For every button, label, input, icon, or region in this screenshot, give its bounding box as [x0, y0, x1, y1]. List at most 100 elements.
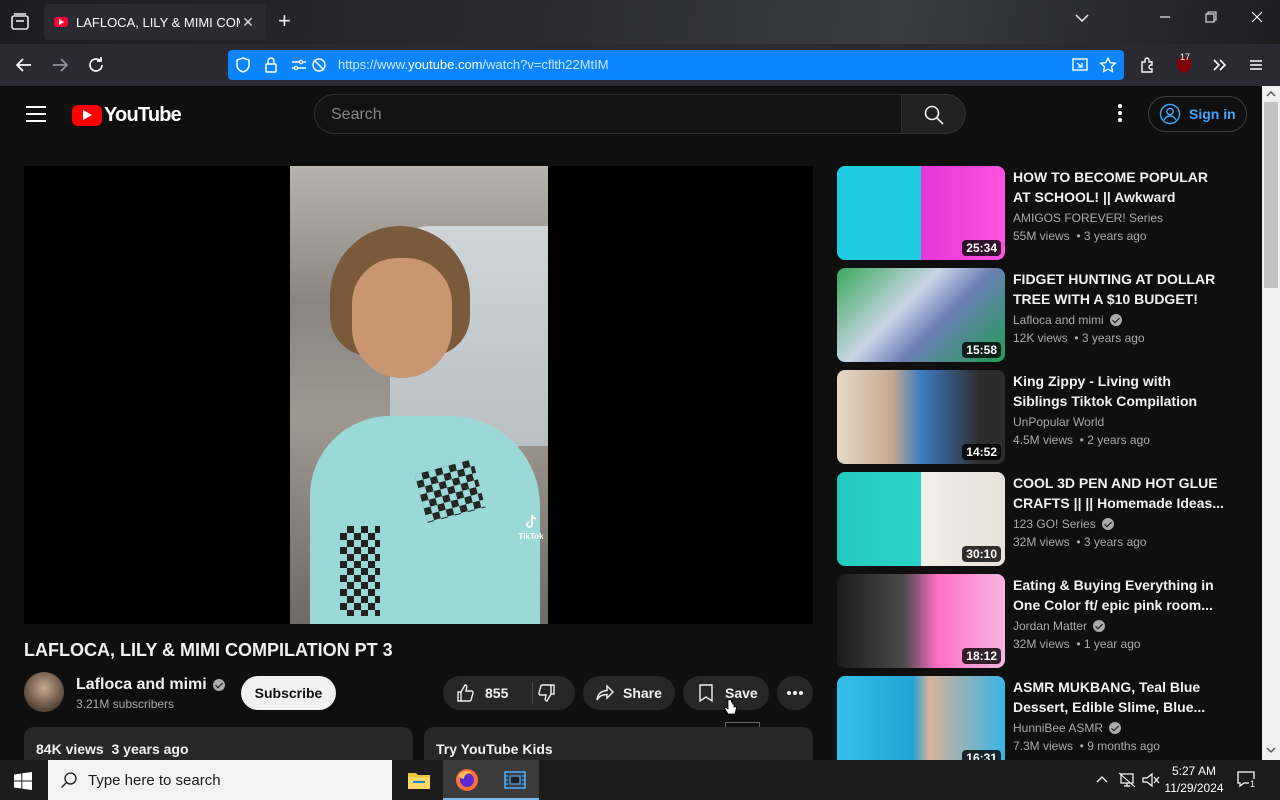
- settings-more-icon[interactable]: [1112, 104, 1128, 124]
- kids-promo-text: Try YouTube Kids: [436, 741, 553, 757]
- tab-list-icon[interactable]: [8, 10, 32, 34]
- scroll-up-icon[interactable]: [1266, 90, 1276, 98]
- mouse-cursor-icon: [724, 698, 737, 715]
- video-thumbnail[interactable]: 30:10: [837, 472, 1005, 566]
- media-app-icon[interactable]: [491, 760, 539, 800]
- recommendation-title[interactable]: ASMR MUKBANG, Teal Blue Dessert, Edible …: [1013, 677, 1228, 717]
- menu-icon[interactable]: [26, 106, 46, 122]
- verified-icon: [1109, 722, 1122, 734]
- close-tab-icon[interactable]: ✕: [240, 14, 256, 31]
- recommendation-title[interactable]: King Zippy - Living with Siblings Tiktok…: [1013, 371, 1228, 411]
- sign-in-label: Sign in: [1189, 106, 1236, 122]
- url-prefix: https://www.: [338, 57, 409, 72]
- restore-icon[interactable]: [1204, 10, 1218, 29]
- shield-icon[interactable]: [234, 56, 252, 74]
- network-icon[interactable]: [1118, 772, 1136, 788]
- chevron-down-icon[interactable]: [1074, 10, 1090, 31]
- share-button[interactable]: Share: [583, 676, 675, 710]
- video-thumbnail[interactable]: 18:12: [837, 574, 1005, 668]
- recommendation-channel-name: 123 GO! Series: [1013, 517, 1096, 531]
- back-icon[interactable]: [12, 53, 36, 77]
- search-icon: [924, 105, 944, 125]
- recommendation-channel[interactable]: Lafloca and mimi: [1013, 313, 1122, 327]
- channel-name[interactable]: Lafloca and mimi: [76, 676, 225, 694]
- more-actions-button[interactable]: [777, 676, 813, 710]
- subscribe-button[interactable]: Subscribe: [241, 676, 336, 710]
- firefox-icon[interactable]: [443, 760, 491, 800]
- new-tab-icon[interactable]: +: [278, 10, 291, 32]
- video-thumbnail[interactable]: 15:58: [837, 268, 1005, 362]
- verified-icon: [1109, 314, 1122, 326]
- recommendation-channel-name: Jordan Matter: [1013, 619, 1088, 633]
- forward-icon[interactable]: [48, 53, 72, 77]
- video-thumbnail[interactable]: 14:52: [837, 370, 1005, 464]
- thumbs-up-icon: [457, 684, 474, 702]
- permissions-icon[interactable]: [290, 56, 308, 74]
- like-button[interactable]: 855: [443, 676, 532, 710]
- share-icon: [596, 684, 614, 701]
- recommendation-meta: 55M views • 3 years ago: [1013, 229, 1147, 243]
- clock-date: 11/29/2024: [1164, 781, 1224, 795]
- recommendation-item[interactable]: 25:34 HOW TO BECOME POPULAR AT SCHOOL! ||…: [837, 166, 1257, 260]
- youtube-play-icon: [72, 105, 102, 126]
- overflow-chevrons-icon[interactable]: [1210, 55, 1230, 75]
- bookmark-star-icon[interactable]: [1099, 56, 1117, 74]
- recommendation-channel[interactable]: Jordan Matter: [1013, 619, 1106, 633]
- browser-tab-active[interactable]: LAFLOCA, LILY & MIMI COMPILATION PT 3 ✕: [44, 4, 266, 40]
- recommendation-item[interactable]: 14:52 King Zippy - Living with Siblings T…: [837, 370, 1257, 464]
- scroll-down-icon[interactable]: [1266, 746, 1276, 754]
- app-menu-icon[interactable]: [1246, 55, 1266, 75]
- recommendation-title[interactable]: COOL 3D PEN AND HOT GLUE CRAFTS || || Ho…: [1013, 473, 1228, 513]
- recommendation-item[interactable]: 15:58 FIDGET HUNTING AT DOLLAR TREE WITH …: [837, 268, 1257, 362]
- volume-muted-icon[interactable]: [1142, 772, 1160, 788]
- verified-icon: [1093, 620, 1106, 632]
- recommendation-item[interactable]: 30:10 COOL 3D PEN AND HOT GLUE CRAFTS || …: [837, 472, 1257, 566]
- channel-avatar[interactable]: [24, 672, 64, 712]
- scrollbar-thumb[interactable]: [1264, 102, 1278, 288]
- reload-icon[interactable]: [84, 53, 108, 77]
- video-duration: 14:52: [962, 444, 1001, 460]
- windows-start-icon[interactable]: [14, 772, 32, 790]
- like-dislike-group: 855: [443, 676, 575, 710]
- recommendation-title[interactable]: Eating & Buying Everything in One Color …: [1013, 575, 1228, 615]
- recommendation-meta: 32M views • 3 years ago: [1013, 535, 1147, 549]
- autoplay-blocked-icon[interactable]: [310, 56, 328, 74]
- recommendation-title[interactable]: FIDGET HUNTING AT DOLLAR TREE WITH A $10…: [1013, 269, 1228, 309]
- video-duration: 30:10: [962, 546, 1001, 562]
- recommendation-channel[interactable]: HunniBee ASMR: [1013, 721, 1122, 735]
- picture-in-picture-icon[interactable]: [1071, 56, 1089, 74]
- url-text[interactable]: https://www.youtube.com/watch?v=cflth22M…: [338, 57, 609, 72]
- subscriber-count: 3.21M subscribers: [76, 697, 175, 711]
- recommendation-item[interactable]: 16:31 ASMR MUKBANG, Teal Blue Dessert, Ed…: [837, 676, 1257, 770]
- notifications-button[interactable]: 1: [1236, 770, 1258, 790]
- recommendation-meta: 32M views • 1 year ago: [1013, 637, 1141, 651]
- video-thumbnail[interactable]: 16:31: [837, 676, 1005, 770]
- close-window-icon[interactable]: [1250, 10, 1264, 29]
- taskbar-search[interactable]: Type here to search: [48, 760, 392, 800]
- search-button[interactable]: [902, 94, 966, 134]
- clock[interactable]: 5:27 AM 11/29/2024: [1160, 763, 1228, 797]
- recommendation-item[interactable]: 18:12 Eating & Buying Everything in One C…: [837, 574, 1257, 668]
- address-bar[interactable]: https://www.youtube.com/watch?v=cflth22M…: [228, 50, 1124, 80]
- tray-chevron-up-icon[interactable]: [1096, 774, 1108, 784]
- dislike-button[interactable]: [535, 676, 575, 710]
- recommendation-channel[interactable]: 123 GO! Series: [1013, 517, 1114, 531]
- recommendation-title[interactable]: HOW TO BECOME POPULAR AT SCHOOL! || Awkw…: [1013, 167, 1228, 207]
- recommendation-channel[interactable]: UnPopular World: [1013, 415, 1104, 429]
- recommendation-channel[interactable]: AMIGOS FOREVER! Series: [1013, 211, 1163, 225]
- like-separator: [532, 682, 533, 704]
- search-input[interactable]: Search: [314, 94, 902, 134]
- video-player[interactable]: TikTok: [24, 166, 813, 624]
- video-duration: 15:58: [962, 342, 1001, 358]
- video-frame: TikTok: [290, 166, 548, 624]
- video-thumbnail[interactable]: 25:34: [837, 166, 1005, 260]
- extensions-icon[interactable]: [1138, 55, 1158, 75]
- checker-pattern-sleeve: [340, 526, 380, 616]
- lock-icon[interactable]: [262, 56, 280, 74]
- file-explorer-icon[interactable]: [395, 760, 443, 800]
- taskbar-search-placeholder: Type here to search: [88, 772, 221, 789]
- windows-taskbar: Type here to search 5:27 AM 11/29/2024 1: [0, 760, 1280, 800]
- sign-in-button[interactable]: Sign in: [1148, 96, 1247, 132]
- youtube-logo[interactable]: YouTube: [72, 104, 182, 127]
- minimize-icon[interactable]: [1158, 10, 1172, 29]
